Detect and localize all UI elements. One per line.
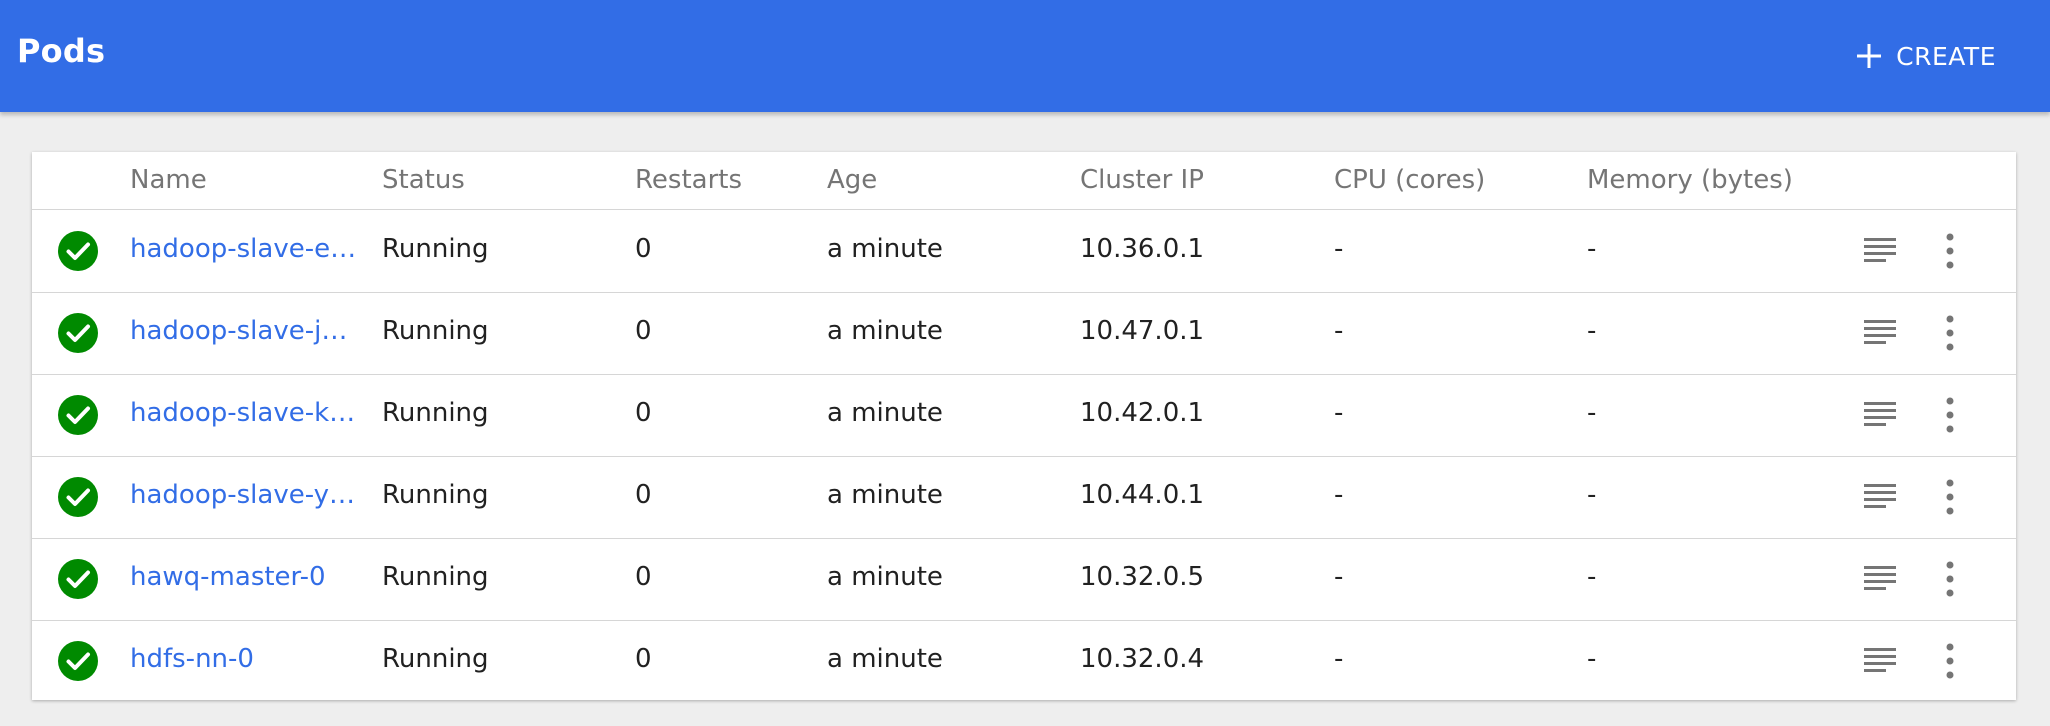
create-button-label: CREATE [1896,41,1996,71]
pod-cluster-ip: 10.32.0.5 [1080,562,1205,592]
pod-name-link[interactable]: hadoop-slave-e0.. [130,234,360,264]
pod-restarts: 0 [635,316,652,346]
pod-memory: - [1587,316,1597,346]
pod-restarts: 0 [635,644,652,674]
pod-cpu: - [1334,480,1344,510]
header-memory: Memory (bytes) [1587,165,1793,195]
table-header: Name Status Restarts Age Cluster IP CPU … [32,152,2016,210]
table-row: hawq-master-0 Running 0 a minute 10.32.0… [32,538,2016,621]
logs-icon[interactable] [1862,646,1898,676]
pod-status: Running [382,398,489,428]
pod-cpu: - [1334,644,1344,674]
more-vert-icon[interactable] [1938,478,1962,516]
table-row: hadoop-slave-k0.. Running 0 a minute 10.… [32,374,2016,457]
pod-name-link[interactable]: hadoop-slave-j4... [130,316,360,346]
pod-status: Running [382,316,489,346]
create-button[interactable]: CREATE [1854,34,1996,78]
header-age[interactable]: Age [827,165,877,195]
more-vert-icon[interactable] [1938,396,1962,434]
pod-cluster-ip: 10.32.0.4 [1080,644,1205,674]
more-vert-icon[interactable] [1938,232,1962,270]
check-circle-icon [58,641,98,681]
check-circle-icon [58,231,98,271]
header-cluster-ip: Cluster IP [1080,165,1204,195]
top-toolbar: Pods CREATE [0,0,2050,112]
check-circle-icon [58,559,98,599]
pod-name-link[interactable]: hdfs-nn-0 [130,644,360,674]
pod-restarts: 0 [635,480,652,510]
pod-cpu: - [1334,562,1344,592]
pod-status: Running [382,644,489,674]
check-circle-icon [58,395,98,435]
table-row: hadoop-slave-yh... Running 0 a minute 10… [32,456,2016,539]
plus-icon [1857,44,1882,68]
pod-restarts: 0 [635,398,652,428]
pod-cluster-ip: 10.42.0.1 [1080,398,1205,428]
page-title: Pods [17,32,106,70]
pod-cpu: - [1334,234,1344,264]
pod-age: a minute [827,234,943,264]
pod-status: Running [382,480,489,510]
pod-age: a minute [827,480,943,510]
check-circle-icon [58,313,98,353]
more-vert-icon[interactable] [1938,314,1962,352]
more-vert-icon[interactable] [1938,642,1962,680]
logs-icon[interactable] [1862,318,1898,348]
pod-cluster-ip: 10.47.0.1 [1080,316,1205,346]
logs-icon[interactable] [1862,482,1898,512]
header-status[interactable]: Status [382,165,465,195]
pod-name-link[interactable]: hadoop-slave-yh... [130,480,360,510]
pod-cpu: - [1334,316,1344,346]
pod-cluster-ip: 10.36.0.1 [1080,234,1205,264]
more-vert-icon[interactable] [1938,560,1962,598]
logs-icon[interactable] [1862,564,1898,594]
pod-age: a minute [827,644,943,674]
pod-age: a minute [827,398,943,428]
pod-name-link[interactable]: hawq-master-0 [130,562,360,592]
pod-memory: - [1587,398,1597,428]
header-cpu: CPU (cores) [1334,165,1486,195]
pod-age: a minute [827,316,943,346]
header-name[interactable]: Name [130,165,207,195]
pod-name-link[interactable]: hadoop-slave-k0.. [130,398,360,428]
table-row: hadoop-slave-e0.. Running 0 a minute 10.… [32,210,2016,293]
pod-memory: - [1587,644,1597,674]
pod-age: a minute [827,562,943,592]
logs-icon[interactable] [1862,236,1898,266]
pod-cluster-ip: 10.44.0.1 [1080,480,1205,510]
logs-icon[interactable] [1862,400,1898,430]
table-row: hadoop-slave-j4... Running 0 a minute 10… [32,292,2016,375]
header-restarts[interactable]: Restarts [635,165,742,195]
pod-memory: - [1587,562,1597,592]
pod-status: Running [382,562,489,592]
pod-cpu: - [1334,398,1344,428]
pods-table-card: Name Status Restarts Age Cluster IP CPU … [32,152,2016,700]
pod-restarts: 0 [635,234,652,264]
check-circle-icon [58,477,98,517]
pod-memory: - [1587,480,1597,510]
pod-status: Running [382,234,489,264]
table-row: hdfs-nn-0 Running 0 a minute 10.32.0.4 -… [32,620,2016,702]
pod-memory: - [1587,234,1597,264]
pod-restarts: 0 [635,562,652,592]
